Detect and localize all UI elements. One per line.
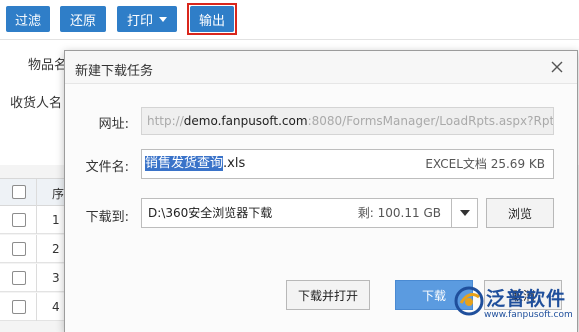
filter-button-label: 过滤 [14,13,41,29]
brand-watermark: 泛普软件 www.fanpusoft.com [450,280,579,332]
filter-button[interactable]: 过滤 [6,6,50,32]
row-number: 3 [52,271,60,285]
select-all-checkbox[interactable] [12,185,26,199]
grid-header: 序 [0,178,70,207]
row-number: 2 [52,242,60,256]
url-prefix: http:// [147,114,184,128]
print-dropdown-button[interactable]: 打印 [117,6,177,32]
dialog-title: 新建下载任务 [75,64,154,79]
item-name-label: 物品名 [28,58,68,73]
caret-down-icon [159,16,167,22]
row-number: 4 [52,300,60,314]
url-host: demo.fanpusoft.com [183,114,308,128]
save-to-label: 下载到: [85,210,129,225]
brand-name: 泛普软件 [486,288,567,310]
table-row[interactable]: 1 [0,206,70,234]
filename-input[interactable]: 销售发货查询.xls EXCEL文档 25.69 KB [141,149,554,179]
download-and-open-label: 下载并打开 [297,288,358,303]
chevron-down-icon [459,210,470,216]
file-info: EXCEL文档 25.69 KB [425,157,545,171]
path-dropdown-button[interactable] [451,199,477,227]
brand-logo-icon [454,286,484,316]
browse-button-label: 浏览 [507,206,532,221]
browse-button[interactable]: 浏览 [486,198,554,228]
free-space: 剩: 100.11 GB [357,206,441,220]
save-path-combobox[interactable]: D:\360安全浏览器下载 剩: 100.11 GB [141,198,478,228]
export-highlight-box [187,3,237,35]
row-checkbox[interactable] [12,271,26,285]
row-checkbox[interactable] [12,213,26,227]
filename-label: 文件名: [85,160,129,175]
filename-extension: .xls [223,156,246,171]
url-label: 网址: [98,117,129,132]
receiver-name-label: 收货人名 [10,96,63,111]
grid-divider [36,206,37,234]
url-field[interactable]: http://demo.fanpusoft.com:8080/FormsMana… [141,107,554,135]
grid-divider [36,235,37,263]
restore-button-label: 还原 [69,13,96,29]
print-button-label: 打印 [126,13,153,29]
close-icon[interactable] [549,59,565,75]
filename-selected-text: 销售发货查询 [145,156,224,171]
grid-divider [36,179,37,207]
url-rest: :8080/FormsManager/LoadRpts.aspx?Rptid [307,114,554,128]
row-number: 1 [52,213,60,227]
row-checkbox[interactable] [12,242,26,256]
grid-divider [36,293,37,321]
brand-url: www.fanpusoft.com [484,310,573,320]
table-row[interactable]: 2 [0,235,70,263]
download-and-open-button[interactable]: 下载并打开 [286,280,370,310]
table-row[interactable]: 3 [0,264,70,292]
save-path-value: D:\360安全浏览器下载 [148,206,273,220]
toolbar: 过滤 还原 打印 输出 [0,0,579,40]
restore-button[interactable]: 还原 [60,6,106,32]
row-checkbox[interactable] [12,300,26,314]
table-row[interactable]: 4 [0,293,70,321]
download-button-label: 下载 [421,288,446,303]
grid-header-seq: 序 [52,187,65,201]
grid-divider [36,264,37,292]
